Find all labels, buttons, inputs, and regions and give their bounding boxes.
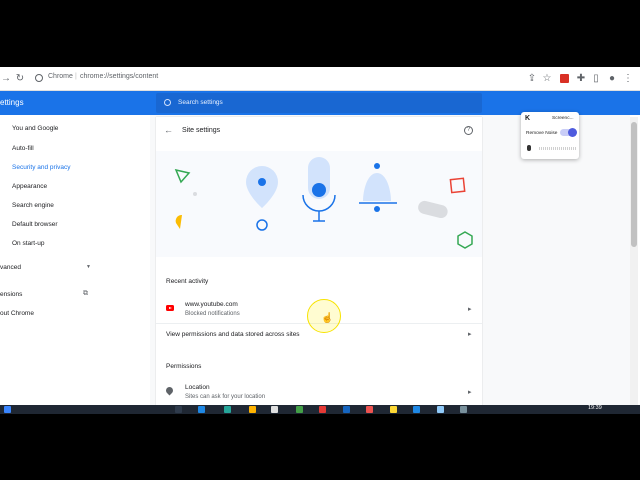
browser-window: → ↻ Chrome | chrome://settings/content ⇪… [0,67,640,410]
red-app-icon[interactable] [319,406,326,413]
toggle-knob [568,128,577,137]
location-ring-icon [256,219,268,231]
search-icon [164,99,171,106]
location-pin-illustration-icon [246,166,278,208]
chevron-down-icon[interactable]: ▼ [86,264,91,270]
recorder-app-icon[interactable] [366,406,373,413]
bag-icon[interactable] [271,406,278,413]
view-permissions-label: View permissions and data stored across … [166,331,300,338]
location-subtitle: Sites can ask for your location [185,394,266,400]
page-title: Site settings [182,127,221,134]
red-extension-icon[interactable] [560,74,569,83]
help-icon[interactable]: ? [464,126,473,135]
url-separator: | [75,73,77,80]
sidebar-item-on-startup[interactable]: On start-up [12,240,45,247]
card-header: ← Site settings ? [156,117,482,145]
audio-level-meter [539,147,576,150]
sidebar-item-extensions[interactable]: ensions [0,291,22,298]
bell-illustration-icon [363,173,391,201]
location-pin-dot-icon [258,178,266,186]
bookmark-star-icon[interactable]: ☆ [541,73,553,85]
illustration-svg [174,157,473,249]
recorder-name[interactable]: Screenc... [552,116,574,121]
square-shape-icon [449,177,466,194]
taskbar: 19:39 [0,405,640,414]
location-pin-icon [164,385,175,396]
dot-shape-icon [193,192,197,196]
recent-site-subtitle: Blocked notifications [185,311,240,317]
start-icon[interactable] [4,406,11,413]
sidebar-item-autofill[interactable]: Auto-fill [12,145,34,152]
remove-noise-label: Remove Noise [526,131,558,136]
taskbar-clock: 19:39 [588,405,602,411]
puzzle-icon[interactable]: ✚ [575,73,587,85]
reload-icon[interactable]: ↻ [14,73,26,85]
blue-app-icon[interactable] [343,406,350,413]
sidebar-item-about-chrome[interactable]: out Chrome [0,310,34,317]
search-settings-input[interactable]: Search settings [156,93,482,113]
settings-title: ettings [0,98,24,107]
arrow-right-icon[interactable]: → [0,73,12,85]
menu-icon[interactable]: ⋮ [622,73,634,85]
settings-sidebar: You and Google Auto-fill Security and pr… [0,115,150,410]
folder-icon[interactable] [249,406,256,413]
address-bar[interactable]: Chrome | chrome://settings/content [30,71,520,87]
green-app-icon[interactable] [296,406,303,413]
app-icon[interactable] [460,406,467,413]
hand-pointer-icon: ☝ [321,313,334,324]
side-panel-icon[interactable]: ▯ [590,73,602,85]
hexagon-shape-icon [457,231,473,249]
site-settings-illustration [156,151,482,257]
profile-icon[interactable]: ● [606,73,618,85]
microphone-icon[interactable] [527,145,531,151]
chrome-site-icon[interactable] [35,74,43,82]
page-scrollbar[interactable] [630,117,638,410]
sidebar-item-search-engine[interactable]: Search engine [12,202,54,209]
scrollbar-thumb[interactable] [631,122,637,247]
word-icon[interactable] [413,406,420,413]
recent-activity-heading: Recent activity [166,278,209,285]
share-icon[interactable]: ⇪ [526,73,538,85]
recorder-logo: K [525,115,531,122]
remove-noise-toggle[interactable] [560,128,577,137]
store-icon[interactable] [224,406,231,413]
task-view-icon[interactable] [175,406,182,413]
recent-site-title: www.youtube.com [185,301,238,308]
bell-top-dot-icon [374,163,380,169]
teams-icon[interactable] [437,406,444,413]
back-arrow-icon[interactable]: ← [164,125,173,135]
chevron-right-icon: ▸ [468,331,472,338]
sidebar-item-security-and-privacy[interactable]: Security and privacy [12,164,71,171]
screen-recorder-popup: K Screenc... Remove Noise [521,112,579,159]
bell-clapper-icon [374,206,380,212]
sidebar-item-advanced[interactable]: vanced [0,264,21,271]
search-placeholder: Search settings [178,99,223,106]
location-title: Location [185,384,210,391]
sidebar-item-default-browser[interactable]: Default browser [12,221,58,228]
edge-icon[interactable] [198,406,205,413]
triangle-shape-icon [174,168,191,184]
chevron-right-icon: ▸ [468,389,472,396]
youtube-icon [166,305,174,311]
sidebar-item-you-and-google[interactable]: You and Google [12,125,58,132]
url-text[interactable]: chrome://settings/content [80,73,158,80]
site-settings-card: ← Site settings ? Recent activity www.yo… [156,117,482,410]
site-chip-label: Chrome [48,73,73,80]
half-circle-shape-icon [175,214,182,229]
sidebar-item-appearance[interactable]: Appearance [12,183,47,190]
pill-shape-icon [418,200,448,219]
browser-toolbar: → ↻ Chrome | chrome://settings/content ⇪… [0,67,640,91]
permissions-heading: Permissions [166,363,202,370]
microphone-dot-icon [312,183,326,197]
external-link-icon[interactable]: ⧉ [83,290,88,298]
location-permission-row[interactable]: Location Sites can ask for your location… [156,381,482,405]
yellow-app-icon[interactable] [390,406,397,413]
chevron-right-icon: ▸ [468,306,472,313]
